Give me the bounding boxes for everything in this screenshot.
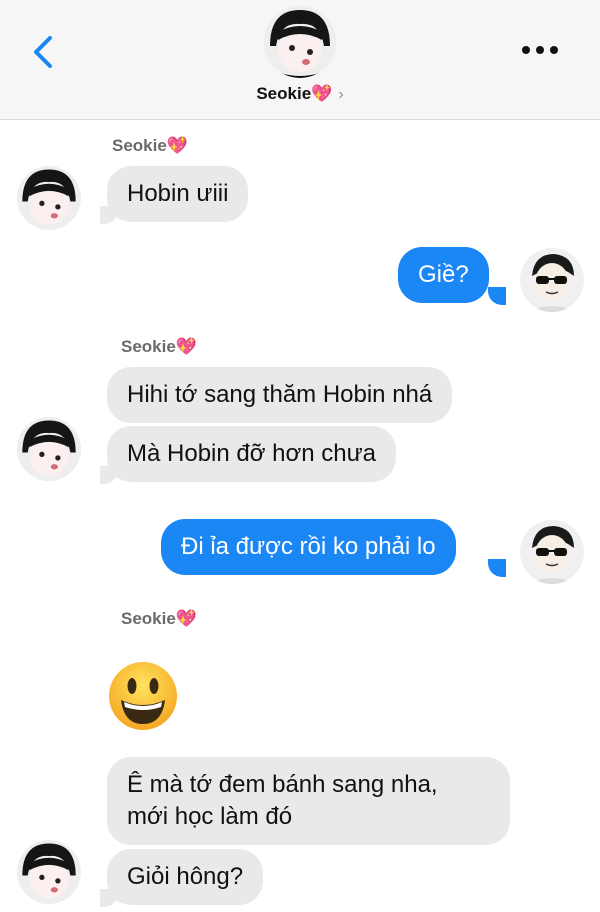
- seokie-avatar[interactable]: [17, 166, 81, 230]
- seokie-avatar[interactable]: [17, 840, 81, 904]
- more-options-icon[interactable]: [518, 40, 562, 60]
- outgoing-message[interactable]: Giề?: [398, 247, 489, 303]
- bubble-tail: [488, 559, 506, 577]
- sender-label: Seokie💖: [121, 337, 197, 356]
- chevron-right-icon: ›: [338, 86, 344, 103]
- incoming-message[interactable]: Hobin ưiii: [107, 166, 249, 222]
- bubble-tail: [100, 206, 118, 224]
- incoming-message[interactable]: Hihi tớ sang thăm Hobin nhá: [107, 367, 453, 423]
- contact-name[interactable]: Seokie💖 ›: [0, 84, 600, 104]
- outgoing-message[interactable]: Đi ỉa được rồi ko phải lo: [161, 519, 456, 575]
- bubble-tail: [488, 287, 506, 305]
- contact-avatar[interactable]: [264, 6, 336, 78]
- chat-header: Seokie💖 ›: [0, 0, 600, 120]
- back-chevron-icon[interactable]: [30, 34, 58, 70]
- contact-name-text: Seokie💖: [256, 84, 333, 103]
- incoming-message[interactable]: Mà Hobin đỡ hơn chưa: [107, 426, 396, 482]
- seokie-avatar[interactable]: [17, 417, 81, 481]
- sender-label: Seokie💖: [112, 136, 188, 155]
- incoming-message[interactable]: Giỏi hông?: [107, 849, 264, 905]
- bubble-tail: [100, 889, 118, 907]
- message-line: mới học làm đó: [127, 803, 293, 830]
- hobin-avatar[interactable]: [520, 248, 584, 312]
- bubble-tail: [100, 466, 118, 484]
- incoming-message[interactable]: Ê mà tớ đem bánh sang nha, mới học làm đ…: [107, 757, 510, 845]
- hobin-avatar[interactable]: [520, 520, 584, 584]
- smiley-emoji-icon[interactable]: [107, 660, 179, 732]
- sender-label: Seokie💖: [121, 609, 197, 628]
- message-line: Ê mà tớ đem bánh sang nha,: [127, 771, 438, 798]
